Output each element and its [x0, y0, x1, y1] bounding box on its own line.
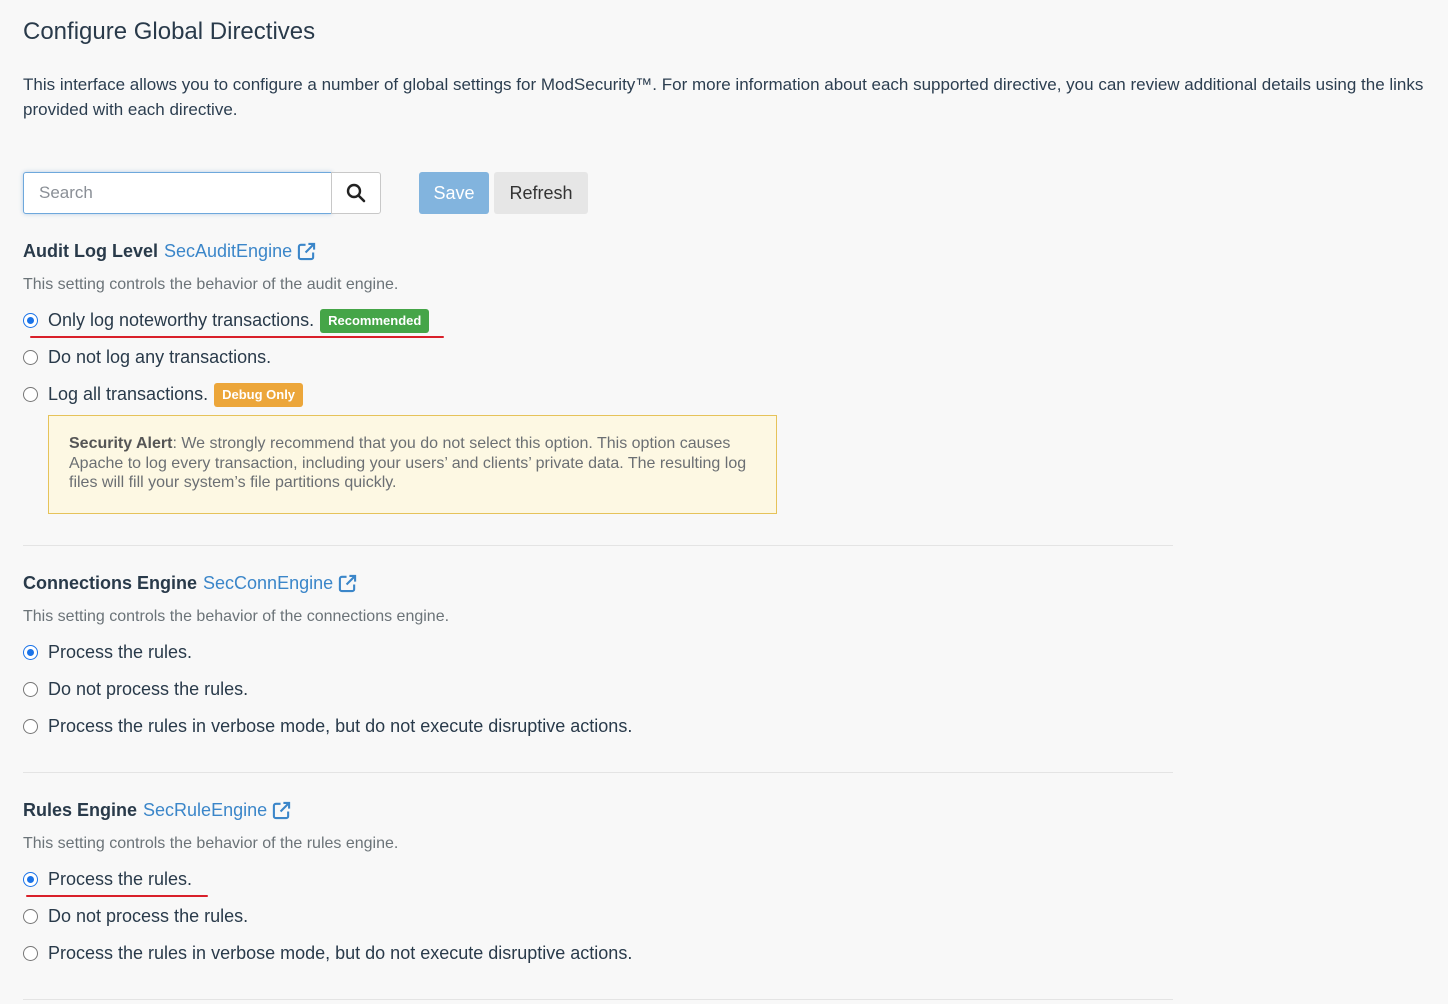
section-title: Audit Log Level [23, 241, 158, 261]
save-button[interactable]: Save [419, 172, 489, 214]
section-description: This setting controls the behavior of th… [23, 276, 399, 293]
option-log-all[interactable]: Log all transactions. Debug Only [23, 376, 1173, 413]
search-input[interactable] [23, 172, 332, 214]
option-do-not-process[interactable]: Do not process the rules. [23, 898, 1173, 935]
divider [23, 772, 1173, 773]
option-verbose-mode[interactable]: Process the rules in verbose mode, but d… [23, 935, 1173, 972]
radio-button[interactable] [23, 872, 38, 887]
radio-button[interactable] [23, 387, 38, 402]
option-label: Process the rules in verbose mode, but d… [48, 716, 633, 736]
directive-link-secconnengine[interactable]: SecConnEngine [203, 571, 333, 595]
radio-button[interactable] [23, 350, 38, 365]
external-link-icon[interactable] [338, 574, 357, 593]
directive-link-secauditengine[interactable]: SecAuditEngine [164, 239, 292, 263]
section-description: This setting controls the behavior of th… [23, 835, 399, 852]
section-rules-engine: Rules Engine SecRuleEngine This setting … [23, 798, 1173, 972]
radio-button[interactable] [23, 645, 38, 660]
section-audit-log-level: Audit Log Level SecAuditEngine This sett… [23, 239, 1173, 514]
recommended-badge: Recommended [320, 308, 430, 333]
option-only-log-noteworthy[interactable]: Only log noteworthy transactions. Recomm… [23, 302, 1173, 339]
option-do-not-process[interactable]: Do not process the rules. [23, 671, 1173, 708]
option-label: Do not log any transactions. [48, 347, 272, 367]
divider [23, 999, 1173, 1000]
annotation-underline [30, 336, 444, 338]
option-label: Do not process the rules. [48, 679, 249, 699]
section-title: Rules Engine [23, 800, 138, 820]
option-process-rules[interactable]: Process the rules. [23, 634, 1173, 671]
option-process-rules[interactable]: Process the rules. [23, 861, 1173, 898]
option-label: Process the rules in verbose mode, but d… [48, 943, 633, 963]
external-link-icon[interactable] [272, 801, 291, 820]
option-label: Log all transactions. [48, 384, 209, 404]
divider [23, 545, 1173, 546]
debug-only-badge: Debug Only [214, 382, 304, 407]
section-description: This setting controls the behavior of th… [23, 608, 450, 625]
radio-button[interactable] [23, 946, 38, 961]
alert-title: Security Alert [69, 435, 173, 452]
radio-button[interactable] [23, 719, 38, 734]
search-button[interactable] [331, 172, 381, 214]
page-intro: This interface allows you to configure a… [23, 75, 1424, 119]
option-do-not-log[interactable]: Do not log any transactions. [23, 339, 1173, 376]
toolbar: Save Refresh [23, 172, 623, 214]
radio-button[interactable] [23, 909, 38, 924]
section-title: Connections Engine [23, 573, 198, 593]
radio-button[interactable] [23, 313, 38, 328]
option-label: Process the rules. [48, 642, 193, 662]
annotation-underline [26, 895, 208, 897]
security-alert: Security Alert: We strongly recommend th… [48, 415, 777, 514]
page-title: Configure Global Directives [23, 18, 316, 45]
section-connections-engine: Connections Engine SecConnEngine This se… [23, 571, 1173, 745]
option-label: Process the rules. [48, 869, 193, 889]
directive-link-secruleengine[interactable]: SecRuleEngine [143, 798, 267, 822]
external-link-icon[interactable] [297, 242, 316, 261]
radio-button[interactable] [23, 682, 38, 697]
refresh-button[interactable]: Refresh [494, 172, 588, 214]
option-label: Only log noteworthy transactions. [48, 310, 315, 330]
search-icon [346, 183, 366, 203]
option-verbose-mode[interactable]: Process the rules in verbose mode, but d… [23, 708, 1173, 745]
option-label: Do not process the rules. [48, 906, 249, 926]
